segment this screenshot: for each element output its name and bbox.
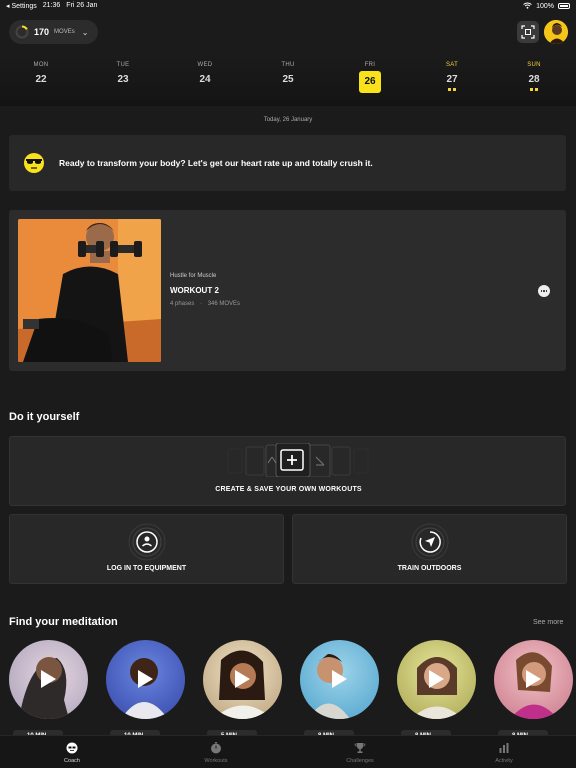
user-circle-icon xyxy=(128,523,166,561)
play-icon xyxy=(429,670,444,688)
moves-summary-button[interactable]: 170 MOVEs ⌄ xyxy=(9,20,98,44)
day-tue[interactable]: TUE 23 xyxy=(103,56,143,85)
workout-phases: 4 phases xyxy=(170,301,195,307)
tab-bar: Coach Workouts Challenges Activity xyxy=(0,735,576,768)
meditation-item[interactable] xyxy=(106,640,185,719)
log-in-equipment-card[interactable]: LOG IN TO EQUIPMENT xyxy=(9,514,284,584)
battery-percent: 100% xyxy=(536,2,554,10)
coach-sunglasses-icon xyxy=(24,153,44,173)
create-workouts-label: CREATE & SAVE YOUR OWN WORKOUTS xyxy=(215,486,362,493)
day-fri[interactable]: FRI 26 xyxy=(350,56,390,93)
equipment-strip-icons xyxy=(227,443,369,477)
day-sun[interactable]: SUN 28 xyxy=(514,56,554,91)
tab-label: Coach xyxy=(64,758,80,764)
meditation-item[interactable] xyxy=(300,640,379,719)
day-sat[interactable]: SAT 27 xyxy=(432,56,472,91)
day-thu[interactable]: THU 25 xyxy=(268,56,308,85)
day-mon[interactable]: MON 22 xyxy=(21,56,61,85)
moves-unit: MOVEs xyxy=(54,29,75,35)
activity-dots xyxy=(514,88,554,91)
status-date: Fri 26 Jan xyxy=(66,2,98,9)
workout-moves: 346 MOVEs xyxy=(207,301,241,307)
status-bar: ◂ Settings 21:36 Fri 26 Jan 100% xyxy=(0,0,576,12)
moves-progress-ring xyxy=(15,25,29,39)
train-outdoors-label: TRAIN OUTDOORS xyxy=(397,565,462,572)
trophy-icon xyxy=(354,743,366,753)
play-icon xyxy=(235,670,250,688)
day-wed[interactable]: WED 24 xyxy=(185,56,225,85)
workout-title: WORKOUT 2 xyxy=(170,286,219,295)
profile-avatar[interactable] xyxy=(544,20,568,44)
meditation-carousel[interactable]: 10 MIN 10 MIN 5 MIN 8 MIN 8 xyxy=(9,640,576,740)
today-label: Today, 26 January xyxy=(263,117,313,123)
coach-message-card: Ready to transform your body? Let's get … xyxy=(9,135,566,191)
coach-icon xyxy=(66,742,78,754)
stopwatch-icon xyxy=(211,742,221,754)
train-outdoors-card[interactable]: TRAIN OUTDOORS xyxy=(292,514,567,584)
back-to-settings-link[interactable]: ◂ Settings xyxy=(6,2,37,10)
meta-separator: · xyxy=(200,301,203,307)
chevron-down-icon: ⌄ xyxy=(81,27,89,37)
battery-icon xyxy=(558,3,570,9)
more-options-button[interactable] xyxy=(538,285,550,297)
navigation-arrow-icon xyxy=(411,523,449,561)
meditation-item[interactable] xyxy=(397,640,476,719)
coach-message: Ready to transform your body? Let's get … xyxy=(59,158,373,168)
week-calendar: MON 22 TUE 23 WED 24 THU 25 FRI 26 SAT 2… xyxy=(0,56,576,106)
activity-dots xyxy=(432,88,472,91)
tab-activity[interactable]: Activity xyxy=(432,736,576,768)
workout-card[interactable]: Hustle for Muscle WORKOUT 2 4 phases · 3… xyxy=(9,210,566,371)
wifi-icon xyxy=(523,2,532,11)
scan-button[interactable] xyxy=(517,21,539,43)
workout-meta: 4 phases · 346 MOVEs xyxy=(170,301,240,307)
play-icon xyxy=(41,670,56,688)
create-workout-card[interactable]: CREATE & SAVE YOUR OWN WORKOUTS xyxy=(9,436,566,506)
status-time: 21:36 xyxy=(42,2,61,9)
bar-chart-icon xyxy=(499,743,509,753)
avatar-image xyxy=(544,20,568,44)
workout-image xyxy=(18,219,161,362)
meditation-section-title: Find your meditation xyxy=(9,616,118,628)
scan-icon xyxy=(521,25,535,39)
play-icon xyxy=(526,670,541,688)
meditation-item[interactable] xyxy=(203,640,282,719)
moves-count: 170 xyxy=(34,27,50,37)
tab-challenges[interactable]: Challenges xyxy=(288,736,432,768)
meditation-item[interactable] xyxy=(9,640,88,719)
tab-workouts[interactable]: Workouts xyxy=(144,736,288,768)
tab-label: Challenges xyxy=(346,758,374,764)
workout-program: Hustle for Muscle xyxy=(170,273,217,279)
log-in-equipment-label: LOG IN TO EQUIPMENT xyxy=(106,565,187,572)
tab-coach[interactable]: Coach xyxy=(0,736,144,768)
play-icon xyxy=(332,670,347,688)
play-icon xyxy=(138,670,153,688)
meditation-item[interactable] xyxy=(494,640,573,719)
diy-section-title: Do it yourself xyxy=(9,411,80,423)
tab-label: Workouts xyxy=(204,758,228,764)
see-more-link[interactable]: See more xyxy=(533,619,563,626)
tab-label: Activity xyxy=(495,758,513,764)
